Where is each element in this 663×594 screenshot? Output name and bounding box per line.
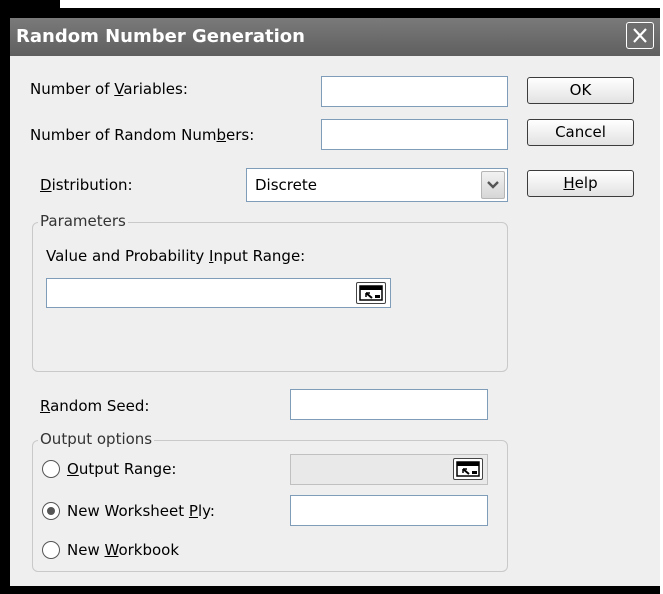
new-worksheet-ply-input[interactable]	[290, 495, 488, 526]
chevron-down-icon	[487, 181, 499, 189]
distribution-select[interactable]: Discrete	[246, 168, 508, 202]
output-options-group-title: Output options	[38, 430, 155, 448]
close-icon	[633, 28, 647, 43]
distribution-label: Distribution:	[40, 176, 133, 194]
dialog-title: Random Number Generation	[16, 26, 305, 47]
ok-button[interactable]: OK	[527, 77, 634, 104]
output-range-radio[interactable]	[42, 460, 60, 478]
random-seed-label: Random Seed:	[40, 397, 150, 415]
num-random-numbers-input[interactable]	[321, 119, 508, 150]
num-variables-input[interactable]	[321, 76, 508, 107]
range-selector-icon	[456, 461, 480, 477]
num-variables-label: Number of Variables:	[30, 80, 188, 98]
title-bar[interactable]: Random Number Generation	[10, 18, 660, 56]
cancel-button[interactable]: Cancel	[527, 119, 634, 146]
value-probability-range-label: Value and Probability Input Range:	[46, 247, 306, 265]
new-workbook-radio[interactable]	[42, 541, 60, 559]
window-edge	[0, 0, 60, 8]
distribution-value: Discrete	[255, 176, 317, 194]
parameters-group-title: Parameters	[38, 212, 128, 230]
output-range-input[interactable]	[290, 454, 488, 485]
help-button[interactable]: Help	[527, 170, 634, 197]
new-workbook-label: New Workbook	[67, 541, 180, 559]
radio-selected-dot	[47, 507, 55, 515]
range-selector-icon	[359, 285, 383, 301]
random-seed-input[interactable]	[290, 389, 488, 420]
num-random-numbers-label: Number of Random Numbers:	[30, 126, 255, 144]
output-range-label: Output Range:	[67, 460, 177, 478]
dialog-body: Number of Variables: Number of Random Nu…	[10, 56, 660, 586]
close-button[interactable]	[626, 22, 654, 49]
output-range-selector-button[interactable]	[453, 458, 483, 480]
range-selector-button[interactable]	[356, 282, 386, 304]
distribution-dropdown-button[interactable]	[481, 171, 505, 199]
value-probability-range-input[interactable]	[46, 278, 391, 308]
new-worksheet-ply-radio[interactable]	[42, 502, 60, 520]
new-worksheet-ply-label: New Worksheet Ply:	[67, 502, 215, 520]
